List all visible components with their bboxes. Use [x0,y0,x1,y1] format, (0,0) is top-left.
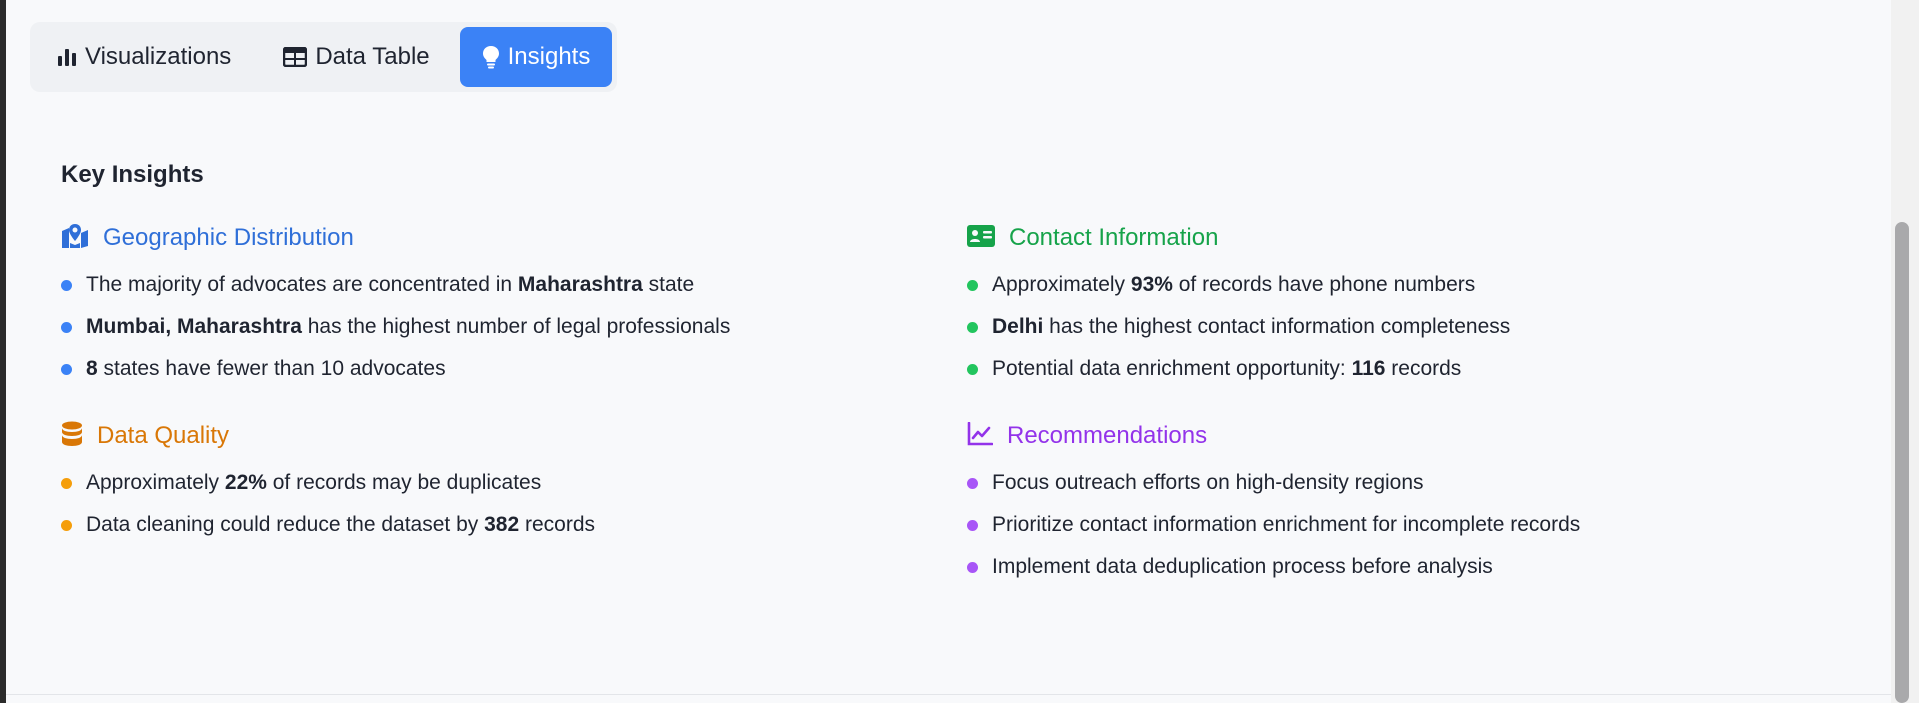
section-header: Data Quality [61,418,595,454]
divider [6,694,1891,695]
geographic-section: Geographic Distribution The majority of … [61,220,730,390]
recommendations-section: Recommendations Focus outreach efforts o… [967,418,1580,588]
list-item: Focus outreach efforts on high-density r… [967,462,1580,504]
list-item: Mumbai, Maharashtra has the highest numb… [61,306,730,348]
list-item: Approximately 93% of records have phone … [967,264,1510,306]
bullet-dot [967,321,978,333]
bullet-dot [61,477,72,489]
section-header: Recommendations [967,418,1580,454]
list-item: Delhi has the highest contact informatio… [967,306,1510,348]
list-item: The majority of advocates are concentrat… [61,264,730,306]
list-item: Prioritize contact information enrichmen… [967,504,1580,546]
data-quality-section: Data Quality Approximately 22% of record… [61,418,595,546]
list-item: Implement data deduplication process bef… [967,546,1580,588]
bullet-dot [61,279,72,291]
section-title: Recommendations [1007,422,1208,449]
tab-label: Visualizations [85,43,232,70]
id-card-icon [967,224,995,252]
contact-section: Contact Information Approximately 93% of… [967,220,1510,390]
bullet-dot [61,519,72,531]
tab-insights[interactable]: Insights [459,27,613,87]
map-pin-icon [61,223,89,254]
table-icon [283,47,308,67]
bullet-dot [967,363,978,375]
list-item: Data cleaning could reduce the dataset b… [61,504,595,546]
list-item: Potential data enrichment opportunity: 1… [967,348,1510,390]
list-item: 8 states have fewer than 10 advocates [61,348,730,390]
page-title: Key Insights [61,161,204,188]
section-title: Data Quality [97,422,230,449]
bullet-dot [967,519,978,531]
section-header: Geographic Distribution [61,220,730,256]
bullet-dot [967,279,978,291]
lightbulb-icon [482,45,500,69]
line-chart-icon [967,421,994,451]
bullet-dot [967,561,978,573]
tab-label: Insights [507,43,591,70]
tab-visualizations[interactable]: Visualizations [35,27,253,87]
section-title: Geographic Distribution [103,224,354,251]
bar-chart-icon [57,47,77,67]
tab-bar: Visualizations Data Table Insights [30,22,618,92]
tab-label: Data Table [315,43,430,70]
bullet-dot [61,321,72,333]
database-icon [61,421,83,452]
scrollbar-thumb[interactable] [1895,222,1909,703]
section-header: Contact Information [967,220,1510,256]
bullet-dot [61,363,72,375]
bullet-dot [967,477,978,489]
list-item: Approximately 22% of records may be dupl… [61,462,595,504]
tab-data-table[interactable]: Data Table [261,27,451,87]
section-title: Contact Information [1009,224,1219,251]
